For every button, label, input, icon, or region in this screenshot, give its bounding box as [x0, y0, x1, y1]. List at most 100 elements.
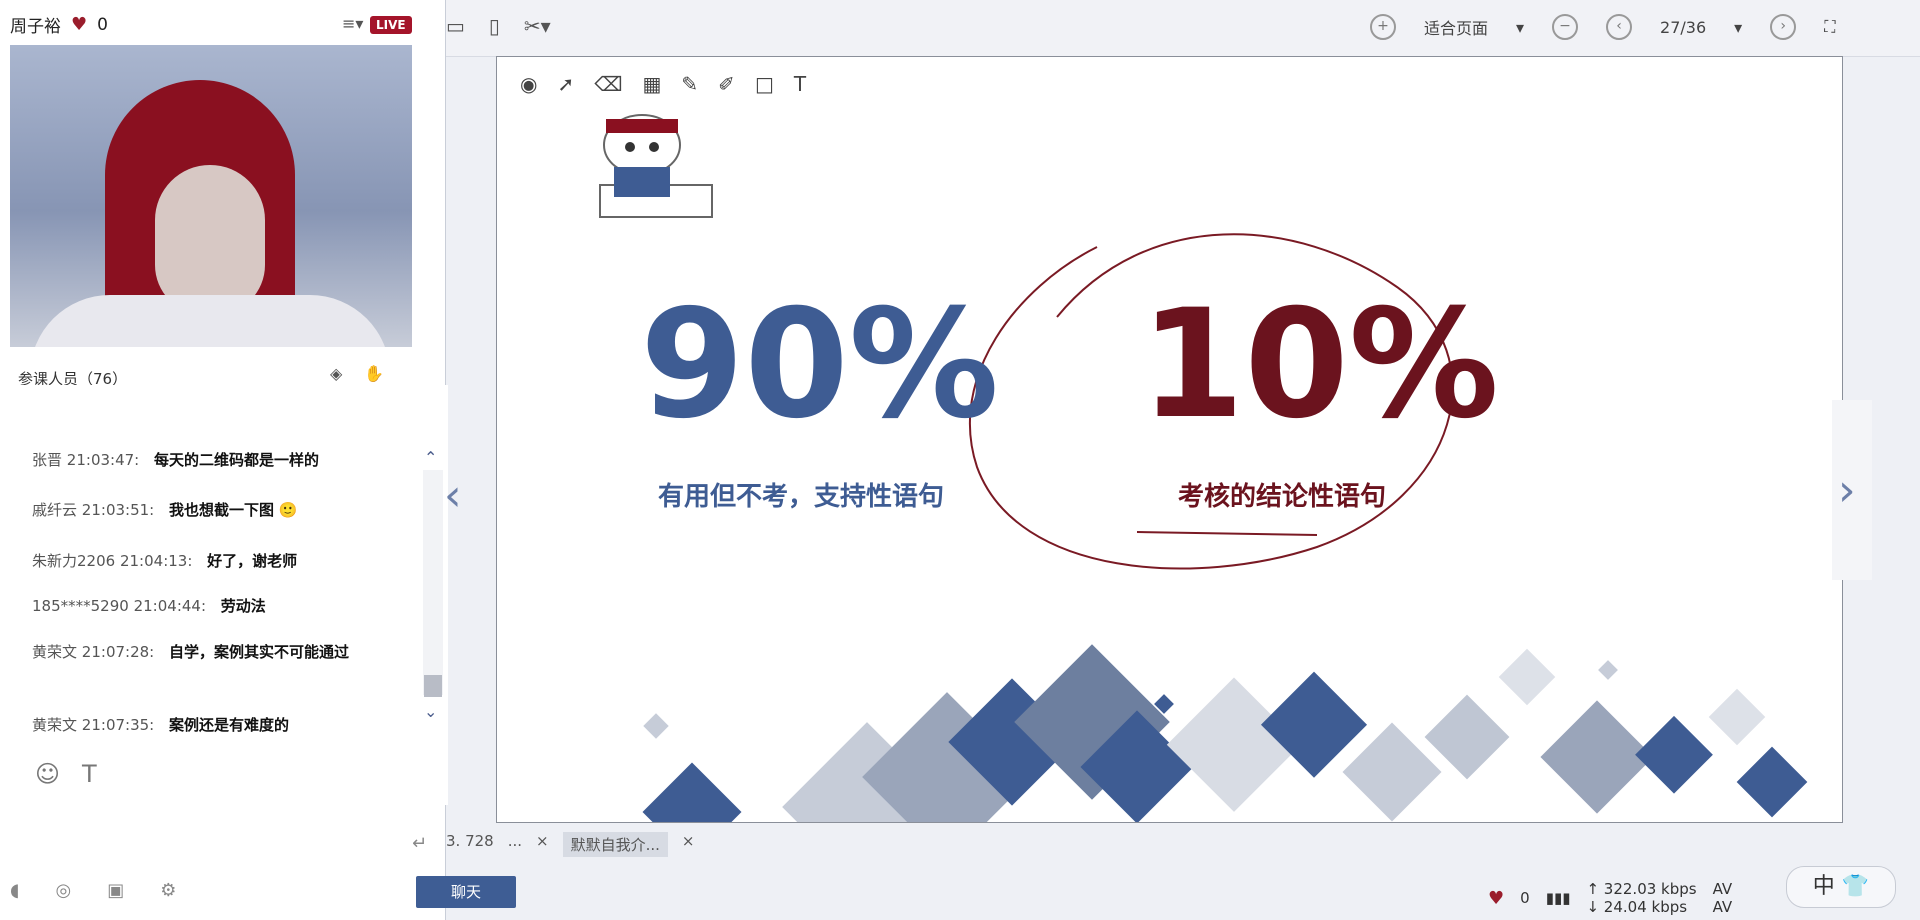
status-likes: 0	[1520, 889, 1530, 907]
prev-page-icon[interactable]: ‹	[1606, 14, 1633, 40]
chat-tab[interactable]: 聊天	[416, 876, 516, 908]
message-time: 21:04:13:	[119, 552, 193, 570]
tab-3[interactable]: 默默自我介...	[562, 832, 668, 857]
camera-icon[interactable]: ◎	[55, 880, 71, 901]
zoom-toolbar: + 适合页面 ▾ − ‹ 27/36 ▾ › ⛶	[1370, 14, 1835, 40]
chat-tools: ☺ T	[35, 760, 97, 788]
message-text: 劳动法	[220, 597, 266, 615]
host-name: 周子裕	[10, 17, 61, 37]
folder-icon[interactable]: ▭	[446, 14, 465, 38]
menu-icon[interactable]: ≡▾	[342, 14, 363, 33]
message-time: 21:04:44:	[133, 597, 207, 615]
ime-label: 中	[1812, 874, 1835, 899]
hand-icon[interactable]: ✋	[364, 364, 384, 383]
emoji-icon: 🙂	[278, 501, 298, 519]
shirt-icon: 👕	[1841, 874, 1870, 899]
next-page-icon[interactable]: ›	[1770, 14, 1797, 40]
panel-icons: ◈ ✋	[330, 364, 384, 383]
tab-2[interactable]: ...	[508, 832, 522, 857]
message-author: 黄荣文	[32, 716, 78, 734]
next-slide-icon[interactable]: ›	[1838, 465, 1856, 516]
bottom-tools: ◖ ◎ ▣ ⚙	[10, 880, 176, 901]
send-icon[interactable]: ↵	[412, 833, 427, 854]
tab-1[interactable]: 3. 728	[446, 832, 494, 857]
annotation-toolbar: ◉ ➚ ⌫ ▦ ✎ ✐ □ T	[520, 72, 806, 96]
ime-indicator[interactable]: 中 👕	[1786, 866, 1896, 908]
status-bar: ♥ 0 ▮▮▮ ↑ 322.03 kbps ↓ 24.04 kbps AV AV	[1488, 880, 1732, 916]
marker-icon[interactable]: ✐	[718, 72, 735, 96]
chat-message: 张晋 21:03:47: 每天的二维码都是一样的	[32, 446, 412, 474]
message-time: 21:07:28:	[81, 643, 155, 661]
pointer-icon[interactable]: ➚	[557, 72, 574, 96]
scroll-up-icon[interactable]: ⌃	[424, 448, 437, 467]
close-icon[interactable]: ×	[682, 832, 695, 857]
right-percent: 10%	[1140, 278, 1500, 452]
file-icon[interactable]: ▯	[489, 14, 500, 38]
screen-icon[interactable]: ▣	[107, 880, 124, 901]
heart-icon[interactable]: ♥	[71, 14, 87, 35]
message-time: 21:07:35:	[81, 716, 155, 734]
chat-message: 黄荣文 21:07:35: 案例还是有难度的	[32, 711, 412, 739]
message-time: 21:03:51:	[81, 501, 155, 519]
av-label-2: AV	[1712, 898, 1733, 916]
message-author: 185****5290	[32, 597, 129, 615]
emoji-button-icon[interactable]: ☺	[35, 760, 60, 788]
zoom-out-icon[interactable]: −	[1552, 14, 1579, 40]
clear-icon[interactable]: ▦	[643, 72, 662, 96]
shield-icon[interactable]: ◈	[330, 364, 342, 383]
rectangle-icon[interactable]: □	[755, 72, 774, 96]
message-text: 好了，谢老师	[207, 552, 298, 570]
scrollbar-thumb[interactable]	[424, 675, 442, 697]
scroll-down-icon[interactable]: ⌄	[424, 702, 437, 721]
message-author: 黄荣文	[32, 643, 78, 661]
upload-rate: 322.03 kbps	[1603, 880, 1697, 898]
left-caption: 有用但不考，支持性语句	[658, 482, 945, 512]
eraser-icon[interactable]: ⌫	[594, 72, 622, 96]
live-badge: LIVE	[370, 16, 412, 34]
chevron-down-icon[interactable]: ▾	[1516, 18, 1524, 37]
chat-message: 185****5290 21:04:44: 劳动法	[32, 592, 412, 620]
message-text: 自学，案例其实不可能通过	[169, 643, 350, 661]
page-indicator[interactable]: 27/36	[1660, 18, 1706, 37]
fit-page-select[interactable]: 适合页面	[1424, 15, 1488, 39]
mic-icon[interactable]: ◖	[10, 880, 19, 901]
video-shoulder	[30, 295, 390, 347]
text-format-icon[interactable]: T	[82, 760, 97, 788]
host-video	[10, 45, 412, 347]
close-icon[interactable]: ×	[536, 832, 549, 857]
pen-icon[interactable]: ✎	[681, 72, 698, 96]
diamond-pattern	[642, 644, 1808, 822]
right-caption: 考核的结论性语句	[1178, 482, 1387, 512]
message-text: 每天的二维码都是一样的	[154, 451, 320, 469]
fullscreen-icon[interactable]: ⛶	[1824, 17, 1835, 37]
message-author: 戚纤云	[32, 501, 78, 519]
settings-icon[interactable]: ⚙	[160, 880, 176, 901]
left-percent: 90%	[640, 278, 1000, 452]
document-tabs: 3. 728 ... × 默默自我介... ×	[446, 832, 695, 857]
message-author: 朱新力2206	[32, 552, 116, 570]
av-label-1: AV	[1712, 880, 1733, 898]
laser-pointer-icon[interactable]: ◉	[520, 72, 537, 96]
av-labels: AV AV	[1713, 880, 1733, 916]
chat-message: 戚纤云 21:03:51: 我也想截一下图 🙂	[32, 496, 412, 524]
chat-message: 黄荣文 21:07:28: 自学，案例其实不可能通过	[32, 638, 412, 666]
host-info: 周子裕 ♥ 0	[10, 12, 108, 37]
text-tool-icon[interactable]: T	[794, 72, 806, 96]
chat-tab-label: 聊天	[450, 883, 481, 901]
annotation-underline	[1136, 531, 1318, 536]
signal-icon: ▮▮▮	[1545, 889, 1571, 907]
like-heart-icon[interactable]: ♥	[1488, 888, 1504, 909]
page-dropdown-icon[interactable]: ▾	[1734, 18, 1742, 37]
prev-slide-icon[interactable]: ‹	[444, 470, 462, 521]
bandwidth: ↑ 322.03 kbps ↓ 24.04 kbps	[1586, 880, 1697, 916]
mascot-logo	[570, 105, 720, 225]
chat-message: 朱新力2206 21:04:13: 好了，谢老师	[32, 547, 412, 575]
scissors-icon[interactable]: ✂▾	[524, 14, 551, 38]
zoom-in-icon[interactable]: +	[1370, 14, 1396, 40]
download-rate: 24.04 kbps	[1603, 898, 1688, 916]
scrollbar-track[interactable]	[423, 470, 443, 695]
message-time: 21:03:47:	[66, 451, 140, 469]
document-toolbar: ▭ ▯ ✂▾	[446, 14, 551, 38]
message-text: 我也想截一下图	[169, 501, 275, 519]
host-likes: 0	[97, 14, 108, 35]
